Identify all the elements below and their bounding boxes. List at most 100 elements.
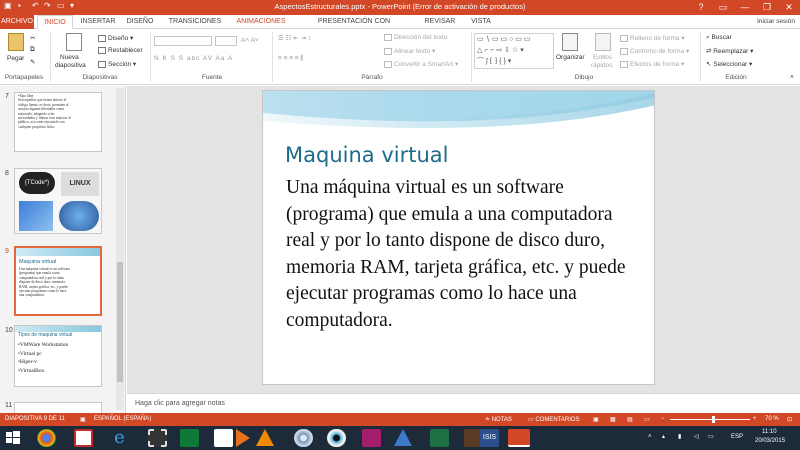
collapse-ribbon-icon[interactable]: ˄	[790, 74, 794, 81]
ribbon-display-button[interactable]: ▭	[712, 0, 734, 15]
tab-insertar[interactable]: INSERTAR	[78, 15, 118, 29]
select-label: Seleccionar	[713, 61, 748, 68]
start-icon[interactable]	[3, 429, 22, 447]
language-indicator[interactable]: ESPAÑOL (ESPAÑA)	[94, 416, 151, 422]
reset-button[interactable]: Restablecer	[98, 47, 143, 54]
tab-revisar[interactable]: REVISAR	[418, 15, 462, 29]
tab-inicio[interactable]: INICIO	[37, 15, 73, 29]
tab-diseno[interactable]: DISEÑO	[122, 15, 158, 29]
align-text-button[interactable]: Alinear texto ▾	[384, 47, 435, 55]
battery-icon[interactable]: ▮	[678, 433, 681, 440]
cut-icon[interactable]: ✂	[30, 34, 35, 42]
text-direction-button[interactable]: Dirección del texto	[384, 34, 447, 41]
current-slide[interactable]: Maquina virtual Una máquina virtual es u…	[262, 90, 655, 385]
layout-button[interactable]: Diseño ▾	[98, 34, 133, 42]
select-button[interactable]: ↖ Seleccionar ▾	[706, 60, 752, 68]
shapes-gallery[interactable]: ▭ ∖ ▭ ▭ ○ ▭ ▭ △ ⌐ ⌐ ⇨ ⇩ ☆ ▾ ⌒ ∫ ⁅ ⁆ { } ▾	[474, 33, 554, 69]
replace-button[interactable]: ⇄ Reemplazar ▾	[706, 47, 753, 55]
clapper-icon[interactable]	[74, 429, 93, 447]
paint-bucket-icon	[620, 34, 628, 42]
tab-transiciones[interactable]: TRANSICIONES	[164, 15, 226, 29]
new-slide-button[interactable]: Nueva	[60, 54, 79, 61]
arrange-button[interactable]: Organizar	[556, 54, 585, 61]
media-player-icon[interactable]	[236, 429, 250, 447]
thumbnail-scrollbar[interactable]	[116, 88, 124, 410]
zoom-slider[interactable]	[670, 416, 750, 423]
action-center-icon[interactable]: ▭	[708, 433, 714, 440]
thumbnail-slide-7[interactable]: •Tipo libre Son aquellas que tienen abier…	[14, 92, 102, 152]
slide-sorter-icon[interactable]: ▦	[610, 416, 616, 423]
eye-icon[interactable]	[327, 429, 346, 447]
vm-icon[interactable]	[394, 429, 412, 446]
find-button[interactable]: ⌕ Buscar	[706, 34, 732, 42]
reading-view-icon[interactable]: ▤	[627, 416, 633, 423]
camera-app-icon[interactable]	[362, 429, 381, 447]
slide-body-text[interactable]: Una máquina virtual es un software (prog…	[286, 175, 636, 334]
thumbnail-slide-9[interactable]: Maquina virtual Una máquina virtual es u…	[14, 246, 102, 316]
chrome-icon[interactable]	[37, 429, 56, 447]
isis-icon[interactable]: ISIS	[480, 429, 499, 447]
clock-date[interactable]: 20/03/2015	[755, 438, 785, 444]
clock-time[interactable]: 11:10	[762, 429, 777, 435]
cd-icon[interactable]	[294, 429, 313, 447]
paste-icon[interactable]	[8, 33, 24, 51]
slideshow-icon[interactable]: ▭	[644, 416, 650, 423]
font-size-select[interactable]	[215, 36, 237, 46]
quick-styles-button[interactable]: Estilos	[593, 54, 612, 61]
grow-shrink-font-icon[interactable]: A˄ A˅	[241, 37, 259, 44]
font-format-buttons[interactable]: N K S S abc AV Aa A	[154, 55, 233, 62]
smartart-button[interactable]: Convertir a SmartArt ▾	[384, 60, 458, 68]
zoom-out-icon[interactable]: −	[661, 416, 665, 422]
help-button[interactable]: ?	[690, 0, 712, 15]
tray-expand-icon[interactable]: ˄	[648, 434, 652, 440]
powerpoint-icon[interactable]	[508, 429, 530, 447]
shape-effects-button[interactable]: Efectos de forma ▾	[620, 60, 684, 68]
zoom-slider-thumb[interactable]	[712, 416, 715, 423]
restore-button[interactable]: ❐	[756, 0, 778, 15]
zoom-in-icon[interactable]: +	[753, 416, 757, 422]
vlc-icon[interactable]	[256, 429, 274, 446]
film-icon[interactable]	[148, 429, 167, 447]
tab-archivo[interactable]: ARCHIVO	[0, 15, 34, 29]
list-buttons[interactable]: ☰ ☷ ⇤ ⇥ ↕	[278, 34, 311, 42]
zoom-level[interactable]: 70 %	[765, 416, 779, 422]
excel-icon[interactable]	[430, 429, 449, 447]
group-drawing-label: Dibujo	[574, 74, 594, 81]
copy-icon[interactable]: ⧉	[30, 46, 35, 54]
thumbnail-slide-10[interactable]: Tipos de maquina virtual •VMWare Worksta…	[14, 325, 102, 387]
shape-fill-button[interactable]: Relleno de forma ▾	[620, 34, 685, 42]
normal-view-icon[interactable]: ▣	[593, 416, 599, 423]
thumbnail-line: una computadora.	[19, 293, 45, 298]
folder-icon[interactable]	[214, 429, 233, 447]
format-painter-icon[interactable]: ✎	[30, 58, 35, 66]
comments-button[interactable]: ▭ COMENTARIOS	[528, 416, 580, 423]
tab-animaciones[interactable]: ANIMACIONES	[231, 15, 291, 29]
close-button[interactable]: ✕	[778, 0, 800, 15]
notes-button[interactable]: ≐ NOTAS	[485, 416, 512, 423]
minimize-button[interactable]: —	[734, 0, 756, 15]
paste-button[interactable]: Pegar	[7, 55, 24, 62]
section-button[interactable]: Sección ▾	[98, 60, 136, 68]
effects-icon	[620, 60, 628, 68]
sign-in-link[interactable]: Iniciar sesión	[752, 15, 800, 29]
network-icon[interactable]: ▴	[662, 433, 665, 440]
ie-icon[interactable]: e	[110, 429, 129, 447]
thumbnail-slide-8[interactable]: {TCode*} LINUX	[14, 168, 102, 234]
align-buttons[interactable]: ≡ ≡ ≡ ≡ ⫼	[278, 55, 303, 63]
fit-slide-icon[interactable]: ⊡	[787, 416, 792, 423]
notes-pane[interactable]: Haga clic para agregar notas	[127, 393, 800, 413]
tab-presentacion[interactable]: PRESENTACIÓN CON DIAPOSITIVAS	[295, 15, 413, 39]
store-icon[interactable]	[180, 429, 199, 447]
quick-styles-icon[interactable]	[595, 33, 611, 51]
spellcheck-icon[interactable]: ▣	[80, 416, 86, 423]
scrollbar-thumb[interactable]	[117, 262, 123, 382]
new-slide-icon[interactable]	[66, 33, 82, 51]
slide-title[interactable]: Maquina virtual	[285, 143, 448, 167]
font-family-select[interactable]	[154, 36, 212, 46]
shape-outline-button[interactable]: Contorno de forma ▾	[620, 47, 689, 55]
notes-placeholder[interactable]: Haga clic para agregar notas	[135, 400, 225, 407]
arrange-icon[interactable]	[562, 33, 578, 51]
volume-icon[interactable]: ◁	[694, 433, 699, 440]
tab-vista[interactable]: VISTA	[466, 15, 496, 29]
language-tray[interactable]: ESP	[731, 434, 743, 440]
